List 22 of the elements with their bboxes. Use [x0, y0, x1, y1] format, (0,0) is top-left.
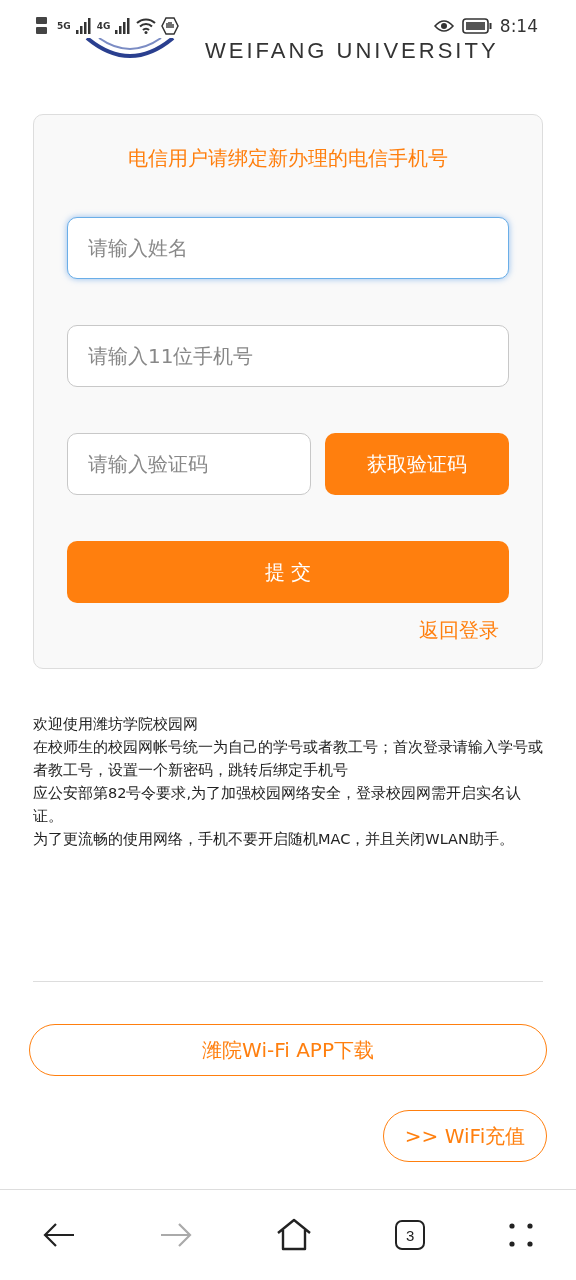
- signal-icon: [115, 18, 132, 34]
- back-to-login-link[interactable]: 返回登录: [419, 617, 499, 644]
- text-input[interactable]: 请输入11位手机号: [67, 325, 509, 387]
- eye-icon: [433, 19, 454, 33]
- get-code-button[interactable]: 获取验证码: [325, 433, 509, 495]
- battery-icon: [461, 18, 492, 34]
- recharge-button[interactable]: >> WiFi充值: [383, 1110, 547, 1162]
- notice-text: 欢迎使用潍坊学院校园网: [33, 715, 199, 734]
- app-download-button[interactable]: 潍院Wi-Fi APP下载: [29, 1024, 547, 1076]
- network-label: 5G: [57, 21, 71, 31]
- clock: 8:14: [499, 16, 538, 36]
- university-name: WEIFANG UNIVERSITY: [205, 38, 499, 64]
- notice-text: 为了更流畅的使用网络，手机不要开启随机MAC，并且关闭WLAN助手。: [33, 830, 515, 849]
- notice-text: 应公安部第82号令要求,为了加强校园网络安全，登录校园网需开启实名认证。: [33, 784, 523, 826]
- signal-icon: [75, 18, 92, 34]
- wifi-icon: [136, 18, 157, 34]
- submit-button[interactable]: 提 交: [67, 541, 509, 603]
- form-title: 电信用户请绑定新办理的电信手机号: [127, 145, 449, 172]
- notice-text: 在校师生的校园网帐号统一为自己的学号或者教工号；首次登录请输入学号或者教工号，设置一个新密码，跳转后绑定手机号: [33, 738, 543, 780]
- network-label: 4G: [96, 21, 111, 31]
- code-input[interactable]: 请输入验证码: [67, 433, 311, 495]
- text-input[interactable]: 请输入姓名: [67, 217, 509, 279]
